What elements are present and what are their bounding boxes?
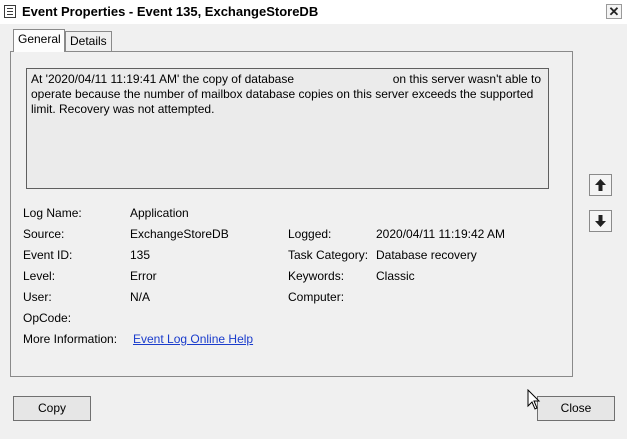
- level-label: Level:: [23, 269, 56, 283]
- log-name-value: Application: [130, 206, 189, 220]
- redacted-database-name: [297, 73, 390, 87]
- copy-button[interactable]: Copy: [13, 396, 91, 421]
- description-text-start: At '2020/04/11 11:19:41 AM' the copy of …: [31, 72, 294, 86]
- logged-label: Logged:: [288, 227, 332, 241]
- close-window-button[interactable]: ✕: [606, 4, 622, 19]
- source-label: Source:: [23, 227, 65, 241]
- event-properties-icon: [4, 5, 16, 18]
- computer-label: Computer:: [288, 290, 345, 304]
- event-log-online-help-link[interactable]: Event Log Online Help: [133, 332, 253, 346]
- tab-general[interactable]: General: [13, 29, 65, 52]
- opcode-label: OpCode:: [23, 311, 72, 325]
- tab-details[interactable]: Details: [65, 31, 112, 51]
- keywords-value: Classic: [376, 269, 415, 283]
- arrow-up-icon: [595, 179, 606, 191]
- arrow-down-icon: [595, 215, 606, 227]
- event-description[interactable]: At '2020/04/11 11:19:41 AM' the copy of …: [26, 68, 549, 189]
- next-event-button[interactable]: [589, 210, 612, 232]
- level-value: Error: [130, 269, 157, 283]
- user-value: N/A: [130, 290, 151, 304]
- event-id-label: Event ID:: [23, 248, 73, 262]
- source-value: ExchangeStoreDB: [130, 227, 229, 241]
- close-button[interactable]: Close: [537, 396, 615, 421]
- keywords-label: Keywords:: [288, 269, 345, 283]
- event-id-value: 135: [130, 248, 151, 262]
- previous-event-button[interactable]: [589, 174, 612, 196]
- log-name-label: Log Name:: [23, 206, 82, 220]
- task-category-value: Database recovery: [376, 248, 477, 262]
- mouse-cursor-icon: [527, 389, 541, 410]
- more-information-label: More Information:: [23, 332, 118, 346]
- logged-value: 2020/04/11 11:19:42 AM: [376, 227, 505, 241]
- title-bar: Event Properties - Event 135, ExchangeSt…: [0, 0, 627, 24]
- user-label: User:: [23, 290, 52, 304]
- task-category-label: Task Category:: [288, 248, 369, 262]
- window-title: Event Properties - Event 135, ExchangeSt…: [22, 4, 319, 19]
